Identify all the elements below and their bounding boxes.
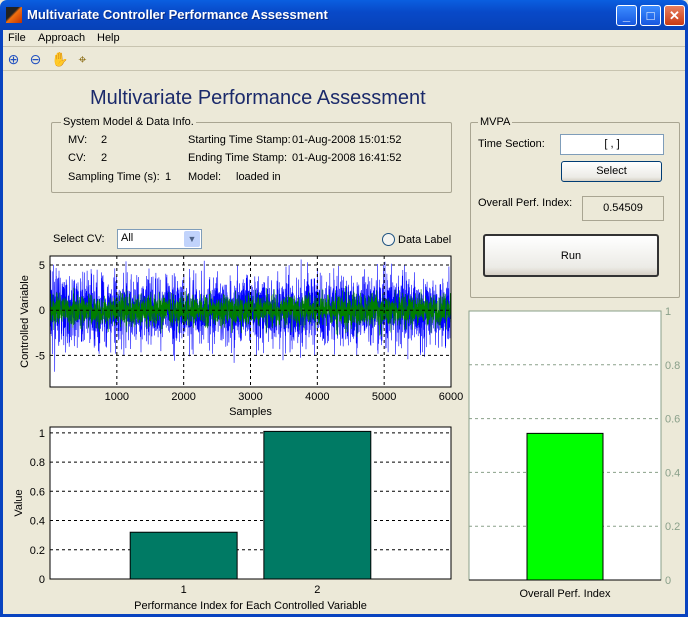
bar-2 [263,430,372,580]
y-tick-label: 0 [39,574,45,586]
charts: 1000 2000 3000 4000 5000 6000 -5 0 5 Samples Contr… [13,255,680,612]
y-tick-label: 5 [39,260,45,272]
y-axis-label: Controlled Variable [19,275,31,368]
y-tick-label: 0.2 [665,521,680,533]
y-tick-label: 0 [665,575,671,587]
bar-overall [526,432,604,581]
x-tick-label: 4000 [305,391,329,403]
y-tick-label: 0.4 [665,467,680,479]
plot-area [50,427,451,579]
y-axis-label: Value [13,489,25,516]
x-tick-label: 2 [314,584,320,596]
x-axis-label: Overall Perf. Index [519,588,611,600]
y-tick-label: 0.2 [30,545,45,557]
y-tick-label: 0.6 [665,414,680,426]
x-tick-label: 1 [181,584,187,596]
x-tick-label: 1000 [105,391,129,403]
x-tick-label: 6000 [439,391,463,403]
y-tick-label: 0.8 [665,360,680,372]
time-series-chart: 1000 2000 3000 4000 5000 6000 -5 0 5 Samples Contr… [19,255,463,418]
x-tick-label: 3000 [238,391,262,403]
x-tick-label: 5000 [372,391,396,403]
y-tick-label: 1 [665,306,671,318]
overall-index-chart: 0 0.2 0.4 0.6 0.8 1 Overall Perf. Index [468,306,680,600]
y-tick-label: 0.4 [30,516,45,528]
x-axis-label: Performance Index for Each Controlled Va… [134,600,367,612]
y-tick-label: 0.6 [30,486,45,498]
y-tick-label: 0 [39,305,45,317]
performance-index-chart: 0 0.2 0.4 0.6 0.8 1 1 2 Performance Index for Ea… [13,426,452,612]
y-tick-label: 0.8 [30,457,45,469]
y-tick-label: 1 [39,428,45,440]
x-tick-label: 2000 [171,391,195,403]
bar-1 [129,531,238,580]
x-axis-label: Samples [229,406,272,418]
y-tick-label: -5 [35,350,45,362]
